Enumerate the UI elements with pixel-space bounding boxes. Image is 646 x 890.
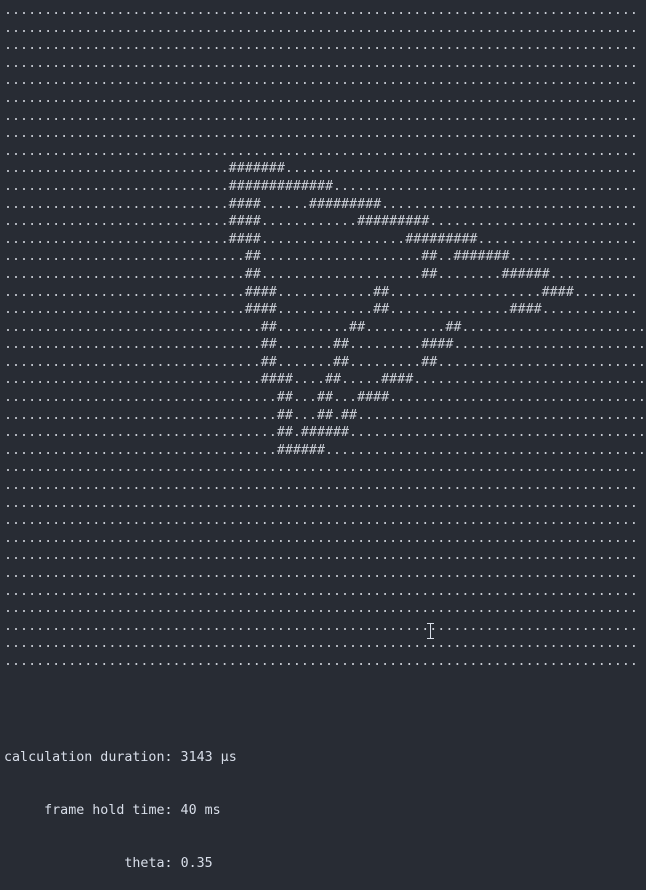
ascii-row: ............................####........… [4,214,638,230]
ascii-row: ........................................… [4,583,638,599]
ascii-row: ..............................####......… [4,302,638,318]
ascii-row: ........................................… [4,653,638,669]
ascii-row: ................................##......… [4,319,646,335]
ascii-row: ........................................… [4,478,638,494]
status-panel: calculation duration: 3143 μs frame hold… [4,714,237,890]
ascii-row: ........................................… [4,55,638,71]
theta-label: theta: [124,855,173,871]
ascii-row: ..............................##........… [4,249,638,265]
ascii-row: ........................................… [4,460,638,476]
ascii-row: ..............................##........… [4,266,638,282]
ascii-row: ........................................… [4,548,638,564]
ascii-row: ........................................… [4,3,638,18]
ascii-row: ..................................######… [4,442,646,458]
ascii-row: ..................................##.###… [4,425,646,441]
frame-hold-time-label: frame hold time: [44,802,173,818]
ascii-row: ..................................##...#… [4,390,646,406]
calculation-duration-line: calculation duration: 3143 μs [4,749,237,767]
ascii-row: ........................................… [4,601,638,617]
text-cursor-icon [427,623,434,639]
ascii-row: ..................................##...#… [4,407,646,423]
ascii-row: ........................................… [4,636,638,652]
ascii-row: ........................................… [4,495,638,511]
ascii-row: ........................................… [4,108,638,124]
ascii-row: ........................................… [4,618,638,634]
ascii-row: ........................................… [4,90,638,106]
theta-line: theta: 0.35 [4,855,237,873]
calculation-duration-value: 3143 μs [180,750,237,766]
ascii-row: ........................................… [4,143,638,159]
ascii-row: ........................................… [4,20,638,36]
ascii-row: ................................##......… [4,337,646,353]
ascii-row: ........................................… [4,530,638,546]
terminal-ascii-frame: ........................................… [4,2,646,671]
ascii-row: ............................####......##… [4,196,638,212]
frame-hold-time-line: frame hold time: 40 ms [4,802,237,820]
ascii-row: ................................##......… [4,354,646,370]
ascii-row: ........................................… [4,566,638,581]
ascii-row: ..............................####......… [4,284,638,300]
ascii-row: ........................................… [4,513,638,529]
ascii-row: ........................................… [4,38,638,54]
ascii-row: ................................####....… [4,372,646,388]
calculation-duration-label: calculation duration: [4,750,173,766]
frame-hold-time-value: 40 ms [180,802,221,818]
ascii-row: ............................####........… [4,231,638,247]
ascii-row: ........................................… [4,73,638,89]
ascii-row: ............................############… [4,178,638,194]
ascii-row: ............................#######.....… [4,161,638,177]
theta-value: 0.35 [180,855,213,871]
ascii-row: ........................................… [4,126,638,142]
